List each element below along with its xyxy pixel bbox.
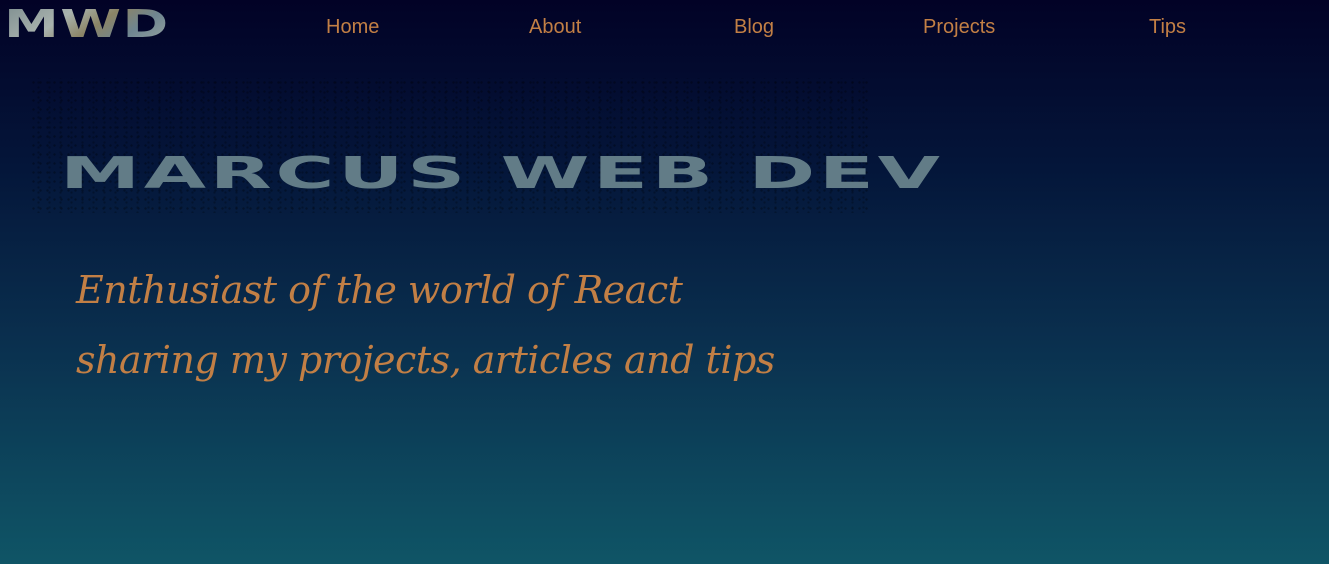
hero-title: MARCUS WEB DEV — [60, 148, 944, 199]
tagline-line-2: sharing my projects, articles and tips — [76, 338, 775, 382]
nav-about[interactable]: About — [529, 13, 581, 41]
nav-projects[interactable]: Projects — [923, 13, 995, 41]
nav-blog[interactable]: Blog — [734, 13, 774, 41]
nav-home[interactable]: Home — [326, 13, 379, 41]
site-logo[interactable]: MWD — [4, 4, 170, 44]
hero-banner: MARCUS WEB DEV — [30, 78, 940, 213]
nav-tips[interactable]: Tips — [1149, 13, 1186, 41]
tagline-line-1: Enthusiast of the world of React — [76, 268, 683, 312]
